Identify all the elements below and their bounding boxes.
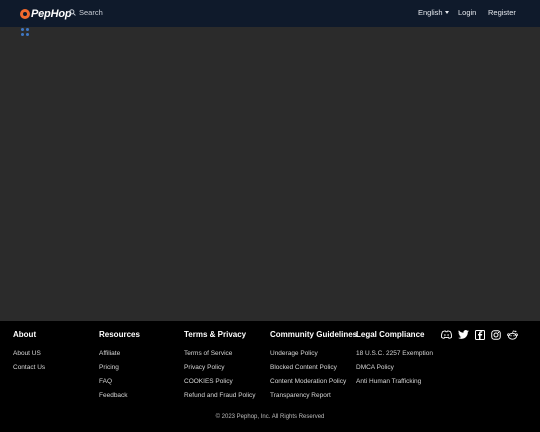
footer-link-anti-trafficking[interactable]: Anti Human Trafficking: [356, 378, 421, 385]
footer-link-about-us[interactable]: About US: [13, 350, 41, 357]
footer-link-feedback[interactable]: Feedback: [99, 392, 128, 399]
footer-link-affiliate[interactable]: Affiliate: [99, 350, 120, 357]
instagram-icon[interactable]: [491, 329, 502, 340]
footer-link-transparency-report[interactable]: Transparency Report: [270, 392, 331, 399]
footer-link-content-moderation[interactable]: Content Moderation Policy: [270, 378, 346, 385]
footer-link-pricing[interactable]: Pricing: [99, 364, 119, 371]
footer-link-cookies-policy[interactable]: COOKIES Policy: [184, 378, 233, 385]
footer-heading: Legal Compliance: [356, 330, 425, 339]
reddit-icon[interactable]: [507, 329, 518, 340]
login-link[interactable]: Login: [458, 8, 476, 17]
footer-link-faq[interactable]: FAQ: [99, 378, 112, 385]
language-label: English: [418, 8, 443, 17]
search-button[interactable]: Search: [69, 8, 103, 17]
footer-heading: Community Guidelines: [270, 330, 358, 339]
footer-link-underage-policy[interactable]: Underage Policy: [270, 350, 318, 357]
pephop-logo-icon: [20, 8, 30, 19]
footer-heading: Terms & Privacy: [184, 330, 247, 339]
footer-link-dmca-policy[interactable]: DMCA Policy: [356, 364, 394, 371]
footer-link-terms-of-service[interactable]: Terms of Service: [184, 350, 232, 357]
footer-link-blocked-content[interactable]: Blocked Content Policy: [270, 364, 337, 371]
logo-text: PepHop: [31, 7, 72, 20]
footer-link-privacy-policy[interactable]: Privacy Policy: [184, 364, 224, 371]
footer-link-contact-us[interactable]: Contact Us: [13, 364, 45, 371]
loading-dots-icon: [20, 27, 30, 37]
twitter-icon[interactable]: [457, 329, 469, 340]
search-label: Search: [79, 8, 103, 17]
chevron-down-icon: [444, 11, 449, 14]
footer-heading: Resources: [99, 330, 140, 339]
main-content: [0, 27, 540, 321]
register-link[interactable]: Register: [488, 8, 516, 17]
copyright-text: © 2023 Pephop, Inc. All Rights Reserved: [215, 414, 325, 420]
social-links: [441, 329, 524, 340]
site-footer: About About US Contact Us Resources Affi…: [0, 321, 540, 432]
footer-link-2257-exemption[interactable]: 18 U.S.C. 2257 Exemption: [356, 350, 433, 357]
top-navbar: PepHop Search English Login Register: [0, 0, 540, 27]
footer-heading: About: [13, 330, 37, 339]
language-select[interactable]: English: [418, 8, 449, 17]
facebook-icon[interactable]: [474, 329, 485, 340]
search-icon: [69, 9, 76, 16]
logo[interactable]: PepHop: [20, 7, 72, 20]
discord-icon[interactable]: [441, 329, 452, 340]
footer-link-refund-policy[interactable]: Refund and Fraud Policy: [184, 392, 256, 399]
